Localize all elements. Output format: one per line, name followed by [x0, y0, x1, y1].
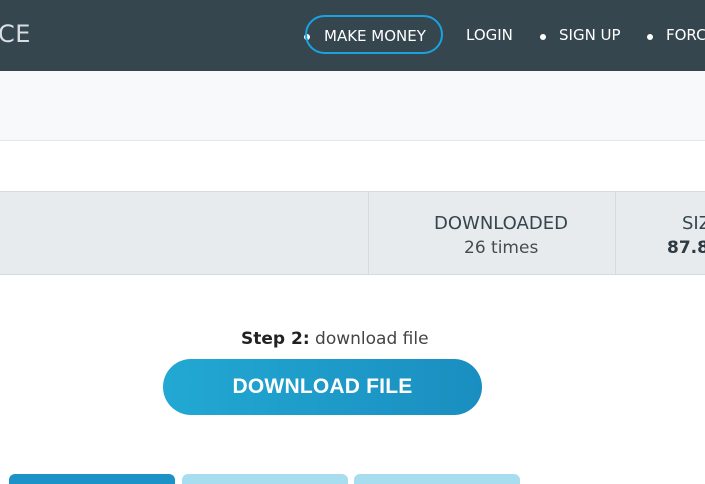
nav-login-link[interactable]: LOGIN	[466, 26, 513, 44]
bottom-tab-3[interactable]	[354, 474, 520, 484]
downloaded-count: 26 times	[464, 238, 539, 258]
nav-bullet-icon	[647, 34, 653, 40]
nav-signup-link[interactable]: SIGN UP	[559, 26, 621, 44]
sub-header-band	[0, 71, 705, 141]
size-value: 87.8	[667, 238, 705, 258]
file-info-strip: DOWNLOADED 26 times SIZ 87.8	[0, 191, 705, 275]
size-label: SIZ	[682, 213, 705, 234]
nav-make-money-label: MAKE MONEY	[324, 27, 426, 45]
step-label: Step 2:	[241, 329, 310, 349]
divider	[615, 192, 616, 274]
nav-make-money-button[interactable]: MAKE MONEY	[305, 15, 443, 54]
bottom-tab-1[interactable]	[9, 474, 175, 484]
nav-forum-link[interactable]: FORC	[666, 26, 705, 44]
step-text: download file	[315, 329, 429, 349]
nav-bullet-icon	[540, 34, 546, 40]
divider	[368, 192, 369, 274]
bottom-tab-2[interactable]	[182, 474, 348, 484]
site-logo-text[interactable]: CE	[0, 20, 31, 48]
step-instruction: Step 2: download file	[241, 329, 429, 349]
downloaded-label: DOWNLOADED	[434, 213, 568, 234]
top-navbar: CE MAKE MONEY LOGIN SIGN UP FORC	[0, 0, 705, 71]
download-file-button[interactable]: DOWNLOAD FILE	[163, 359, 482, 415]
